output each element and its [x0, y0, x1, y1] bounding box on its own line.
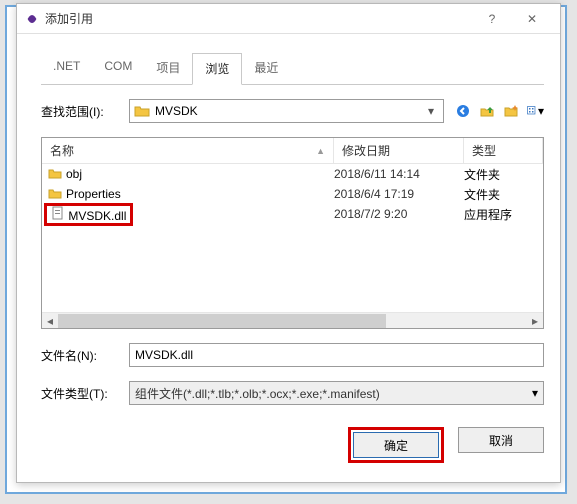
highlight-box: MVSDK.dll — [44, 203, 133, 226]
scroll-left-icon[interactable]: ◂ — [42, 314, 58, 328]
close-button[interactable]: ✕ — [512, 6, 552, 32]
scroll-right-icon[interactable]: ▸ — [527, 314, 543, 328]
tab-projects[interactable]: 项目 — [144, 53, 192, 85]
filename-input[interactable] — [129, 343, 544, 367]
filetype-combo[interactable]: 组件文件(*.dll;*.tlb;*.olb;*.ocx;*.exe;*.man… — [129, 381, 544, 405]
folder-icon — [48, 187, 62, 201]
chevron-down-icon: ▾ — [423, 104, 439, 118]
cancel-button[interactable]: 取消 — [458, 427, 544, 453]
tab-com[interactable]: COM — [92, 53, 144, 85]
titlebar: 添加引用 ? ✕ — [17, 4, 560, 34]
highlight-box: 确定 — [348, 427, 444, 463]
filename-label: 文件名(N): — [41, 347, 129, 364]
filename-row: 文件名(N): — [41, 343, 544, 367]
dialog-buttons: 确定 取消 — [41, 427, 544, 463]
window-buttons: ? ✕ — [472, 6, 552, 32]
chevron-down-icon: ▾ — [532, 386, 538, 400]
list-header: 名称▲ 修改日期 类型 — [42, 138, 543, 164]
filetype-row: 文件类型(T): 组件文件(*.dll;*.tlb;*.olb;*.ocx;*.… — [41, 381, 544, 405]
dialog-body: .NET COM 项目 浏览 最近 查找范围(I): MVSDK ▾ ▾ — [17, 34, 560, 475]
lookin-label: 查找范围(I): — [41, 103, 129, 120]
filetype-label: 文件类型(T): — [41, 385, 129, 402]
back-icon[interactable] — [454, 102, 472, 120]
tab-recent[interactable]: 最近 — [242, 53, 290, 85]
col-date[interactable]: 修改日期 — [334, 138, 464, 163]
sort-asc-icon: ▲ — [316, 146, 325, 156]
dll-file-icon — [51, 206, 65, 220]
col-type[interactable]: 类型 — [464, 138, 543, 163]
scroll-thumb[interactable] — [58, 314, 386, 328]
folder-icon — [134, 103, 150, 119]
view-menu-icon[interactable]: ▾ — [526, 102, 544, 120]
file-list: 名称▲ 修改日期 类型 obj 2018/6/11 14:14 文件夹 Prop… — [41, 137, 544, 329]
up-icon[interactable] — [478, 102, 496, 120]
lookin-combo[interactable]: MVSDK ▾ — [129, 99, 444, 123]
dialog-window: 添加引用 ? ✕ .NET COM 项目 浏览 最近 查找范围(I): MVSD… — [16, 3, 561, 483]
app-icon — [25, 12, 39, 26]
folder-icon — [48, 167, 62, 181]
list-rows: obj 2018/6/11 14:14 文件夹 Properties 2018/… — [42, 164, 543, 312]
tabstrip: .NET COM 项目 浏览 最近 — [41, 52, 544, 85]
tab-browse[interactable]: 浏览 — [192, 53, 242, 85]
window-title: 添加引用 — [45, 10, 472, 27]
list-item[interactable]: MVSDK.dll 2018/7/2 9:20 应用程序 — [42, 204, 543, 224]
lookin-value: MVSDK — [155, 104, 423, 118]
list-item[interactable]: Properties 2018/6/4 17:19 文件夹 — [42, 184, 543, 204]
list-item[interactable]: obj 2018/6/11 14:14 文件夹 — [42, 164, 543, 184]
col-name[interactable]: 名称▲ — [42, 138, 334, 163]
tab-dotnet[interactable]: .NET — [41, 53, 92, 85]
scroll-track[interactable] — [58, 314, 527, 328]
folder-nav-toolbar: ▾ — [454, 102, 544, 120]
help-button[interactable]: ? — [472, 6, 512, 32]
new-folder-icon[interactable] — [502, 102, 520, 120]
lookin-row: 查找范围(I): MVSDK ▾ ▾ — [41, 99, 544, 123]
horizontal-scrollbar[interactable]: ◂ ▸ — [42, 312, 543, 328]
ok-button[interactable]: 确定 — [353, 432, 439, 458]
